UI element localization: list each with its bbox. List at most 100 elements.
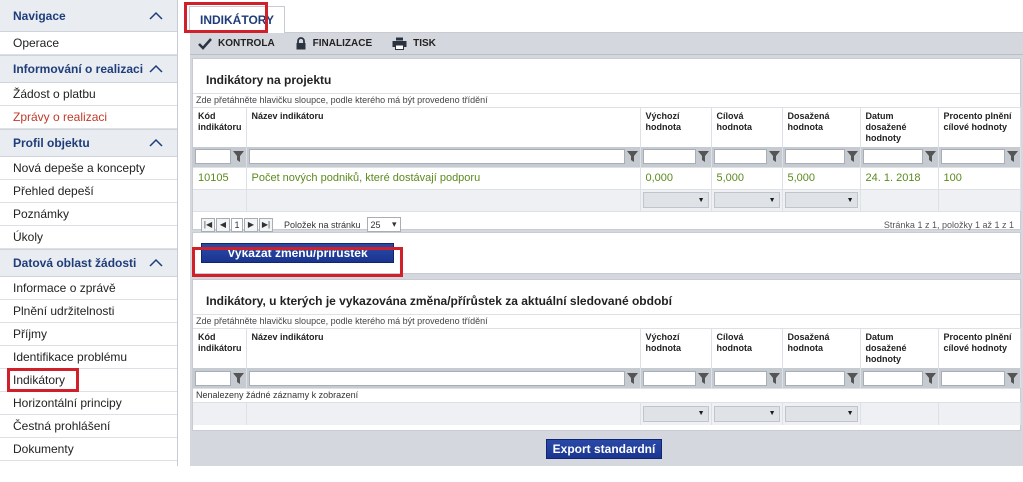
col-header-datum[interactable]: Datum dosažené hodnoty [860,328,939,368]
col-header-datum[interactable]: Datum dosažené hodnoty [860,107,939,147]
per-page-select[interactable]: 25 ▾ [366,217,401,232]
filter-icon[interactable] [768,372,780,384]
sidebar-section-title: Datová oblast žádosti [13,256,137,270]
sidebar-item-identifikace-problemu[interactable]: Identifikace problému [0,346,177,369]
printer-icon [392,37,407,50]
col-header-procento[interactable]: Procento plnění cílové hodnoty [938,328,1021,368]
filter-input[interactable] [940,149,1005,165]
col-header-procento[interactable]: Procento plnění cílové hodnoty [938,107,1021,147]
kontrola-button[interactable]: KONTROLA [190,33,287,55]
col-header-cilova[interactable]: Cílová hodnota [711,328,783,368]
grid2-header-row: Kód indikátoru Název indikátoru Výchozí … [193,328,1021,368]
filter-icon[interactable] [1006,151,1018,163]
sidebar-item-ukoly[interactable]: Úkoly [0,226,177,249]
filter-icon[interactable] [626,151,638,163]
sidebar-item-zpravy-o-realizaci[interactable]: Zprávy o realizaci [0,106,177,129]
sidebar-item-nova-depese[interactable]: Nová depeše a koncepty [0,157,177,180]
filter-icon[interactable] [1006,372,1018,384]
sidebar-section-title: Profil objektu [13,136,90,150]
sidebar-item-informace-o-zprave[interactable]: Informace o zprávě [0,277,177,300]
sidebar-item-dokumenty[interactable]: Dokumenty [0,438,177,461]
sidebar-section-navigace[interactable]: Navigace [0,0,177,32]
col-header-nazev[interactable]: Název indikátoru [246,107,641,147]
sidebar-item-zadost-o-platbu[interactable]: Žádost o platbu [0,83,177,106]
filter-icon[interactable] [846,372,858,384]
sidebar-section-informovani[interactable]: Informování o realizaci [0,55,177,83]
sidebar-item-plneni-udrzitelnosti[interactable]: Plnění udržitelnosti [0,300,177,323]
main-content: INDIKÁTORY KONTROLA FINALIZACE TISK Indi… [184,0,1023,466]
summary-select[interactable]: ▼ [713,405,780,422]
sidebar-section-profil-objektu[interactable]: Profil objektu [0,129,177,157]
col-header-vychozi[interactable]: Výchozí hodnota [640,107,712,147]
sidebar-item-prijmy[interactable]: Příjmy [0,323,177,346]
col-header-kod[interactable]: Kód indikátoru [193,328,247,368]
summary-select[interactable]: ▼ [784,405,858,422]
toolbar: KONTROLA FINALIZACE TISK [190,33,1023,55]
summary-select[interactable]: ▼ [642,405,709,422]
col-header-cilova[interactable]: Cílová hodnota [711,107,783,147]
filter-icon[interactable] [626,372,638,384]
col-header-dosazena[interactable]: Dosažená hodnota [782,328,861,368]
col-header-nazev[interactable]: Název indikátoru [246,328,641,368]
filter-input[interactable] [642,149,696,165]
export-standardni-button[interactable]: Export standardní [546,439,662,459]
pager-info: Stránka 1 z 1, položky 1 až 1 z 1 [883,219,1014,230]
filter-input[interactable] [195,370,231,386]
sidebar-section-title: Navigace [13,8,66,23]
summary-select[interactable]: ▼ [642,192,709,209]
filter-icon[interactable] [697,372,709,384]
grid1-header-row: Kód indikátoru Název indikátoru Výchozí … [193,107,1021,147]
lock-icon [296,37,306,50]
filter-input[interactable] [713,370,767,386]
filter-input[interactable] [862,370,923,386]
filter-input[interactable] [784,149,845,165]
prev-page-button[interactable]: ◀ [216,217,230,232]
grid1-table: Kód indikátoru Název indikátoru Výchozí … [193,107,1021,211]
grid-indikatory-na-projektu: Indikátory na projektu Zde přetáhněte hl… [192,58,1021,232]
summary-select[interactable]: ▼ [784,192,858,209]
filter-icon[interactable] [232,151,244,163]
col-header-dosazena[interactable]: Dosažená hodnota [782,107,861,147]
last-page-button[interactable]: ▶| [259,217,273,232]
highlight-tab [184,2,268,33]
next-page-button[interactable]: ▶ [244,217,258,232]
filter-icon[interactable] [697,151,709,163]
sidebar-item-horizontalni-principy[interactable]: Horizontální principy [0,392,177,415]
filter-icon[interactable] [924,151,936,163]
col-header-vychozi[interactable]: Výchozí hodnota [640,328,712,368]
tisk-button[interactable]: TISK [384,33,448,55]
filter-icon[interactable] [924,372,936,384]
table-row[interactable]: 10105 Počet nových podniků, které dostáv… [193,166,1021,189]
grid1-filter-row [193,147,1021,167]
sidebar-item-operace[interactable]: Operace [0,32,177,55]
chevron-up-icon[interactable] [149,136,163,150]
sidebar-item-cestna-prohlaseni[interactable]: Čestná prohlášení [0,415,177,438]
filter-input[interactable] [195,149,231,165]
filter-input[interactable] [713,149,767,165]
cell-nazev: Počet nových podniků, které dostávají po… [246,166,641,189]
chevron-up-icon[interactable] [149,256,163,270]
chevron-down-icon: ▾ [392,219,397,229]
chevron-up-icon[interactable] [149,62,163,76]
sidebar-item-prehled-depesi[interactable]: Přehled depeší [0,180,177,203]
current-page[interactable]: 1 [231,217,243,232]
sidebar-item-poznamky[interactable]: Poznámky [0,203,177,226]
summary-select[interactable]: ▼ [713,192,780,209]
filter-input[interactable] [940,370,1005,386]
checkmark-icon [198,37,212,50]
sidebar-section-datova-oblast[interactable]: Datová oblast žádosti [0,249,177,277]
first-page-button[interactable]: |◀ [201,217,215,232]
chevron-up-icon[interactable] [149,9,163,23]
filter-input[interactable] [642,370,696,386]
filter-input[interactable] [248,149,625,165]
filter-input[interactable] [862,149,923,165]
filter-icon[interactable] [768,151,780,163]
filter-icon[interactable] [846,151,858,163]
cell-vychozi: 0,000 [640,166,712,189]
filter-input[interactable] [248,370,625,386]
finalizace-button[interactable]: FINALIZACE [287,33,384,55]
filter-icon[interactable] [232,372,244,384]
highlight-indikatory [7,368,79,392]
col-header-kod[interactable]: Kód indikátoru [193,107,247,147]
filter-input[interactable] [784,370,845,386]
